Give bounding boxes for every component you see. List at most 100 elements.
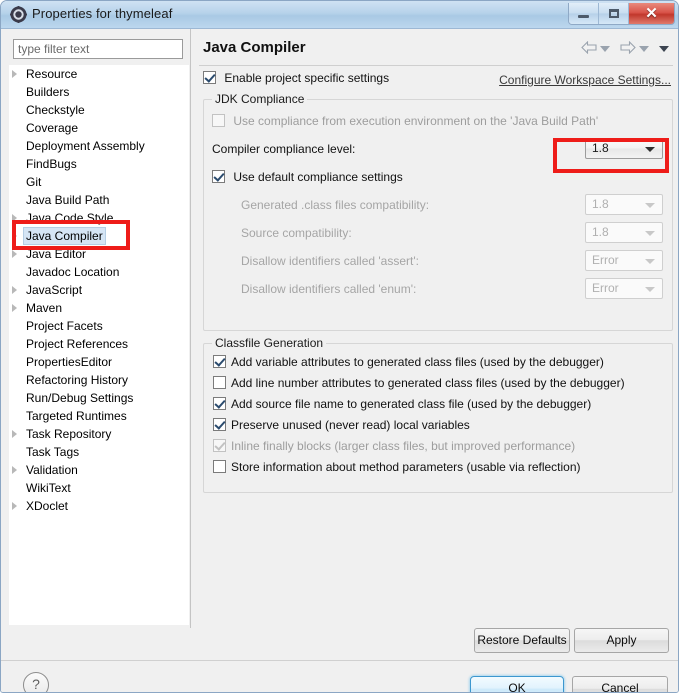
classfile-option-checkbox[interactable] xyxy=(213,460,226,473)
sidebar-item-propertieseditor[interactable]: PropertiesEditor xyxy=(9,353,189,371)
maximize-button[interactable] xyxy=(599,3,629,24)
dialog-body: Resource Builders Checkstyle Coverage Deploy… xyxy=(1,29,678,692)
jdk-subfield-row: Source compatibility: 1.8 xyxy=(212,222,666,244)
classfile-option-row: Preserve unused (never read) local varia… xyxy=(213,415,470,435)
ok-button[interactable]: OK xyxy=(470,676,564,692)
jdk-subfield-label: Disallow identifiers called 'assert': xyxy=(241,254,419,268)
dropdown-chevron-down-icon xyxy=(645,287,655,292)
expand-arrow-icon[interactable] xyxy=(12,232,17,240)
expand-arrow-icon[interactable] xyxy=(12,304,17,312)
sidebar-item-validation[interactable]: Validation xyxy=(9,461,189,479)
classfile-option-checkbox[interactable] xyxy=(213,397,226,410)
page-nav-controls xyxy=(581,40,669,55)
expand-arrow-icon[interactable] xyxy=(12,70,17,78)
page-menu-chevron-down-icon[interactable] xyxy=(659,45,669,52)
expand-arrow-icon[interactable] xyxy=(12,214,17,222)
settings-tree[interactable]: Resource Builders Checkstyle Coverage Deploy… xyxy=(9,65,189,625)
sidebar-item-builders[interactable]: Builders xyxy=(9,83,189,101)
jdk-subfield-row: Disallow identifiers called 'assert': Err… xyxy=(212,250,666,272)
sidebar-item-coverage[interactable]: Coverage xyxy=(9,119,189,137)
classfile-generation-group-title: Classfile Generation xyxy=(212,336,327,350)
sidebar-item-label: Git xyxy=(26,175,42,189)
sidebar-item-java-compiler[interactable]: Java Compiler xyxy=(9,227,189,245)
use-execution-environment-checkbox[interactable] xyxy=(212,114,225,127)
enable-project-specific-row: Enable project specific settings Configu… xyxy=(203,71,673,91)
sidebar-item-maven[interactable]: Maven xyxy=(9,299,189,317)
classfile-option-checkbox[interactable] xyxy=(213,418,226,431)
sidebar-item-wikitext[interactable]: WikiText xyxy=(9,479,189,497)
window-controls: ✕ xyxy=(568,3,675,25)
footer-divider xyxy=(1,660,678,661)
expand-arrow-icon[interactable] xyxy=(12,430,17,438)
expand-arrow-icon[interactable] xyxy=(12,466,17,474)
window-title: Properties for thymeleaf xyxy=(32,6,173,21)
back-history-chevron-down-icon[interactable] xyxy=(600,45,610,52)
classfile-option-row: Store information about method parameter… xyxy=(213,457,581,477)
filter-input[interactable] xyxy=(13,39,183,59)
sidebar-item-java-editor[interactable]: Java Editor xyxy=(9,245,189,263)
classfile-option-checkbox[interactable] xyxy=(213,355,226,368)
sidebar-item-label: Java Compiler xyxy=(23,227,106,245)
arrow-right-icon[interactable] xyxy=(620,40,636,55)
restore-defaults-button[interactable]: Restore Defaults xyxy=(474,628,570,653)
sidebar-item-checkstyle[interactable]: Checkstyle xyxy=(9,101,189,119)
expand-arrow-icon[interactable] xyxy=(12,286,17,294)
sidebar-item-project-facets[interactable]: Project Facets xyxy=(9,317,189,335)
use-execution-environment-label: Use compliance from execution environmen… xyxy=(233,114,599,128)
sidebar-item-deployment-assembly[interactable]: Deployment Assembly xyxy=(9,137,189,155)
sidebar-item-label: Maven xyxy=(26,301,63,315)
sidebar-item-label: Project Facets xyxy=(26,319,103,333)
use-default-compliance-row: Use default compliance settings xyxy=(212,166,666,188)
expand-arrow-icon[interactable] xyxy=(12,250,17,258)
jdk-subfield-label: Disallow identifiers called 'enum': xyxy=(241,282,417,296)
classfile-option-label: Store information about method parameter… xyxy=(231,460,581,474)
sidebar-item-label: XDoclet xyxy=(26,499,69,513)
sidebar-item-label: Java Code Style xyxy=(26,211,114,225)
minimize-button[interactable] xyxy=(569,3,599,24)
jdk-subfield-value: 1.8 xyxy=(592,225,609,239)
jdk-subfield-value: Error xyxy=(592,253,619,267)
help-button[interactable]: ? xyxy=(23,672,49,692)
use-default-compliance-label: Use default compliance settings xyxy=(233,170,403,184)
sidebar-item-findbugs[interactable]: FindBugs xyxy=(9,155,189,173)
eclipse-gear-icon xyxy=(10,6,27,23)
arrow-left-icon[interactable] xyxy=(581,40,597,55)
compiler-compliance-level-dropdown[interactable]: 1.8 xyxy=(585,138,663,159)
sidebar-item-xdoclet[interactable]: XDoclet xyxy=(9,497,189,515)
sidebar-item-git[interactable]: Git xyxy=(9,173,189,191)
sidebar-item-javadoc-location[interactable]: Javadoc Location xyxy=(9,263,189,281)
sidebar-item-label: JavaScript xyxy=(26,283,83,297)
sidebar-item-label: Validation xyxy=(26,463,78,477)
sidebar-item-task-tags[interactable]: Task Tags xyxy=(9,443,189,461)
settings-sidebar: Resource Builders Checkstyle Coverage Deploy… xyxy=(7,33,191,628)
sidebar-item-java-code-style[interactable]: Java Code Style xyxy=(9,209,189,227)
use-default-compliance-checkbox[interactable] xyxy=(212,170,225,183)
close-button[interactable]: ✕ xyxy=(629,3,674,24)
sidebar-item-targeted-runtimes[interactable]: Targeted Runtimes xyxy=(9,407,189,425)
sidebar-item-label: Deployment Assembly xyxy=(26,139,145,153)
sidebar-item-refactoring-history[interactable]: Refactoring History xyxy=(9,371,189,389)
apply-button[interactable]: Apply xyxy=(574,628,669,653)
enable-project-specific-checkbox[interactable] xyxy=(203,71,216,84)
sidebar-item-label: Run/Debug Settings xyxy=(26,391,134,405)
dropdown-chevron-down-icon xyxy=(645,259,655,264)
classfile-option-row: Add source file name to generated class … xyxy=(213,394,591,414)
window-titlebar: Properties for thymeleaf ✕ xyxy=(1,1,678,29)
forward-history-chevron-down-icon[interactable] xyxy=(639,45,649,52)
sidebar-item-project-references[interactable]: Project References xyxy=(9,335,189,353)
sidebar-item-label: Targeted Runtimes xyxy=(26,409,127,423)
dropdown-chevron-down-icon xyxy=(645,231,655,236)
sidebar-item-java-build-path[interactable]: Java Build Path xyxy=(9,191,189,209)
expand-arrow-icon[interactable] xyxy=(12,502,17,510)
classfile-option-checkbox[interactable] xyxy=(213,376,226,389)
sidebar-item-resource[interactable]: Resource xyxy=(9,65,189,83)
sidebar-item-label: PropertiesEditor xyxy=(26,355,113,369)
compiler-compliance-level-value: 1.8 xyxy=(592,141,609,155)
sidebar-item-javascript[interactable]: JavaScript xyxy=(9,281,189,299)
sidebar-item-run-debug-settings[interactable]: Run/Debug Settings xyxy=(9,389,189,407)
cancel-button[interactable]: Cancel xyxy=(572,676,668,692)
sidebar-item-task-repository[interactable]: Task Repository xyxy=(9,425,189,443)
screenshot-root: Properties for thymeleaf ✕ Resource Build… xyxy=(0,0,679,693)
sidebar-item-label: Resource xyxy=(26,67,78,81)
configure-workspace-settings-link[interactable]: Configure Workspace Settings... xyxy=(499,73,671,87)
